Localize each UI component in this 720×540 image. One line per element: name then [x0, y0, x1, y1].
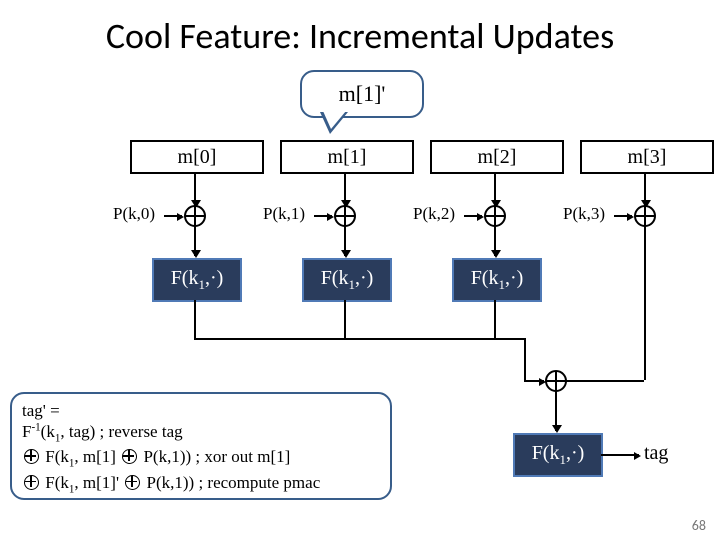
slide-number: 68: [692, 517, 706, 534]
annot-line-1: tag' =: [22, 400, 380, 421]
drop-2: [494, 300, 496, 338]
annot-line-4: F(k1, m[1]' P(k,1)) ; recompute pmac: [22, 472, 380, 497]
annot-l2-sup: -1: [31, 422, 40, 434]
fbox-final: F(k1,·): [513, 433, 603, 477]
fbox-2-label: F(k1,·): [471, 267, 524, 293]
drop-1: [344, 300, 346, 338]
m-block-0-label: m[0]: [178, 146, 217, 169]
m-block-3-label: m[3]: [628, 146, 667, 169]
arrow-p0-to-xor: [164, 215, 182, 217]
xor-combine: [545, 370, 567, 392]
xor-icon: [24, 475, 39, 490]
arrow-f-to-tag: [601, 454, 639, 456]
xor-3: [634, 205, 656, 227]
m-block-2-label: m[2]: [478, 146, 517, 169]
arrow-xor2-to-f: [494, 226, 496, 256]
arrow-xor1-to-f: [344, 226, 346, 256]
fbox-1: F(k1,·): [302, 258, 392, 302]
callout-text: m[1]': [339, 81, 386, 107]
pad-label-0: P(k,0): [113, 204, 155, 224]
arrow-p2-to-xor: [464, 215, 482, 217]
bus-line: [194, 338, 524, 340]
tag-label: tag: [644, 442, 668, 465]
pad-label-1: P(k,1): [263, 204, 305, 224]
pad-label-2: P(k,2): [413, 204, 455, 224]
annotation-box: tag' = F-1(k1, tag) ; reverse tag F(k1, …: [10, 392, 392, 500]
m-block-1-label: m[1]: [328, 146, 367, 169]
xor-1: [334, 205, 356, 227]
xor-icon: [122, 449, 137, 464]
bus-into-xor: [534, 380, 544, 382]
fbox-final-label: F(k1,·): [532, 442, 585, 468]
fbox-0: F(k1,·): [152, 258, 242, 302]
fbox-2: F(k1,·): [452, 258, 542, 302]
arrow-xor-to-finalf: [555, 391, 557, 431]
annot-l2-rest: (k1, tag) ; reverse tag: [41, 422, 183, 441]
m-block-3: m[3]: [580, 140, 714, 174]
xor-0: [184, 205, 206, 227]
m-block-1: m[1]: [280, 140, 414, 174]
arrow-p1-to-xor: [314, 215, 332, 217]
arrow-p3-to-xor: [614, 215, 632, 217]
col3-to-xor-h: [566, 380, 644, 382]
annot-line-2: F-1(k1, tag) ; reverse tag: [22, 421, 380, 446]
col3-to-xor-v: [644, 338, 646, 380]
m-block-2: m[2]: [430, 140, 564, 174]
callout-tail: [320, 112, 348, 134]
xor-2: [484, 205, 506, 227]
xor-icon: [24, 449, 39, 464]
fbox-1-label: F(k1,·): [321, 267, 374, 293]
drop-3: [644, 226, 646, 338]
callout-m1-prime: m[1]': [300, 70, 424, 118]
drop-0: [194, 300, 196, 338]
slide-title: Cool Feature: Incremental Updates: [0, 14, 720, 58]
arrow-xor0-to-f: [194, 226, 196, 256]
arrow-m0-to-xor: [194, 172, 196, 206]
annot-line-3: F(k1, m[1] P(k,1)) ; xor out m[1]: [22, 446, 380, 471]
arrow-m3-to-xor: [644, 172, 646, 206]
pad-label-3: P(k,3): [563, 204, 605, 224]
arrow-m2-to-xor: [494, 172, 496, 206]
fbox-0-label: F(k1,·): [171, 267, 224, 293]
xor-icon: [125, 475, 140, 490]
bus-down: [524, 338, 526, 380]
bus-jog: [524, 380, 534, 382]
m-block-0: m[0]: [130, 140, 264, 174]
arrow-m1-to-xor: [344, 172, 346, 206]
